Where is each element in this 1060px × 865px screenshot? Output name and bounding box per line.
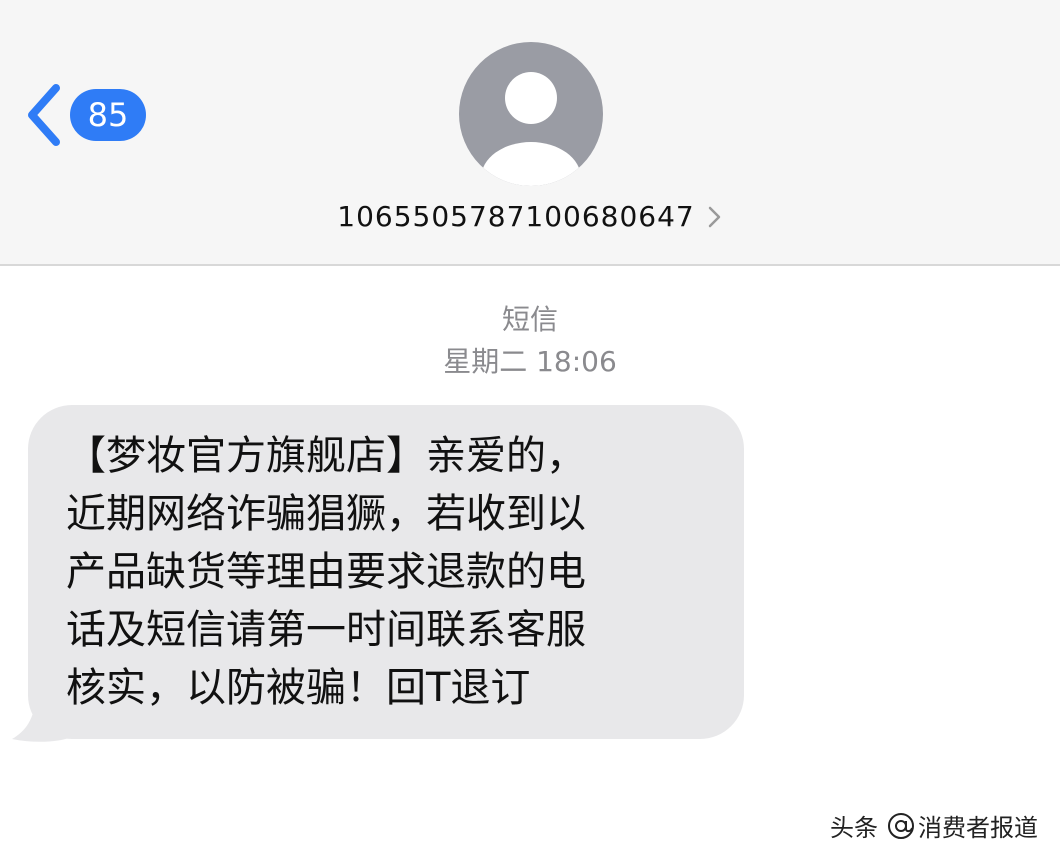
- contact-number: 1065505787100680647: [337, 200, 695, 233]
- conversation-header: 85 1065505787100680647: [0, 0, 1060, 266]
- incoming-message[interactable]: 【梦妆官方旗舰店】亲爱的， 近期网络诈骗猖獗，若收到以 产品缺货等理由要求退款的…: [12, 405, 744, 742]
- messages-screen: 85 1065505787100680647 短信 星期二 18:06 【梦妆官…: [0, 0, 1060, 865]
- message-timestamp: 星期二 18:06: [443, 345, 617, 378]
- watermark-handle: 消费者报道: [918, 814, 1038, 842]
- at-sign-icon: [888, 812, 914, 839]
- watermark: 头条 消费者报道: [830, 808, 1038, 843]
- person-silhouette-icon: [481, 72, 581, 186]
- chevron-right-icon: [708, 206, 720, 227]
- watermark-prefix: 头条: [830, 814, 878, 842]
- message-text: 【梦妆官方旗舰店】亲爱的， 近期网络诈骗猖獗，若收到以 产品缺货等理由要求退款的…: [66, 433, 586, 711]
- message-meta: 短信 星期二 18:06: [0, 300, 1060, 382]
- service-label: 短信: [501, 303, 558, 336]
- contact-info: 1065505787100680647: [0, 42, 1060, 233]
- contact-details-link[interactable]: 1065505787100680647: [337, 200, 722, 233]
- message-bubble: 【梦妆官方旗舰店】亲爱的， 近期网络诈骗猖獗，若收到以 产品缺货等理由要求退款的…: [28, 405, 744, 739]
- avatar[interactable]: [459, 42, 603, 186]
